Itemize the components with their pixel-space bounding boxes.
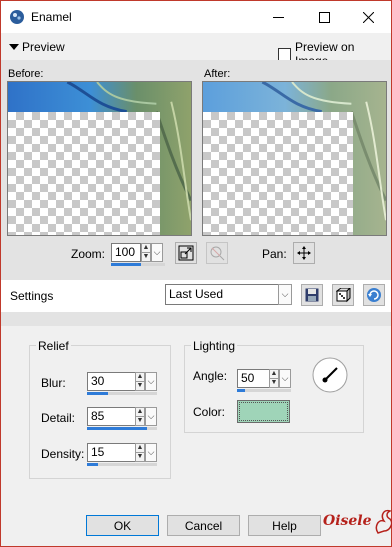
ok-button[interactable]: OK [86, 515, 159, 536]
zoom-input[interactable]: 100 [111, 243, 141, 262]
cancel-button[interactable]: Cancel [167, 515, 240, 536]
randomize-button[interactable] [332, 284, 354, 306]
before-transparent-area [8, 112, 160, 235]
light-color-swatch[interactable] [237, 400, 290, 423]
density-label: Density: [41, 447, 85, 461]
reset-button[interactable] [363, 284, 385, 306]
no-zoom-icon [210, 246, 225, 261]
lighting-group-title: Lighting [191, 339, 238, 353]
save-preset-icon [305, 288, 319, 302]
density-slider[interactable] [87, 463, 157, 466]
close-button[interactable] [345, 1, 391, 33]
detail-dropdown[interactable]: ⌵ [145, 407, 157, 426]
angle-dial-icon [312, 357, 348, 393]
zoom-fit-icon [178, 245, 194, 261]
blur-slider[interactable] [87, 392, 157, 395]
after-preview[interactable] [202, 81, 387, 236]
zoom-label: Zoom: [71, 247, 106, 261]
blur-slider-fill [87, 392, 108, 395]
color-label: Color: [193, 405, 226, 419]
detail-slider[interactable] [87, 427, 157, 430]
randomize-dice-icon [335, 287, 351, 302]
zoom-to-fit-button[interactable] [175, 242, 197, 264]
save-preset-button[interactable] [301, 284, 323, 306]
help-button[interactable]: Help [248, 515, 321, 536]
angle-slider[interactable] [237, 389, 291, 392]
angle-down-arrow[interactable]: ▼ [269, 378, 279, 388]
maximize-button[interactable] [301, 1, 347, 33]
blur-dropdown[interactable]: ⌵ [145, 372, 157, 391]
density-down-arrow[interactable]: ▼ [135, 452, 145, 462]
detail-slider-fill [87, 427, 147, 430]
watermark-logo: Oisele [323, 507, 392, 535]
blur-label: Blur: [41, 376, 66, 390]
blur-input[interactable]: 30 [87, 372, 141, 391]
settings-row: Settings Last Used ⌵ [1, 280, 391, 312]
detail-label: Detail: [41, 411, 76, 425]
zoom-disabled-button[interactable] [206, 242, 228, 264]
preview-on-image-checkbox[interactable] [278, 47, 291, 61]
minimize-icon [272, 16, 284, 18]
dialog-window: Enamel Preview Preview on Image Before: … [0, 0, 392, 547]
angle-dropdown[interactable]: ⌵ [279, 369, 291, 388]
angle-dial[interactable] [311, 356, 349, 394]
zoom-slider-fill [111, 263, 141, 266]
watermark-text: Oisele [323, 513, 372, 529]
settings-label: Settings [10, 289, 54, 303]
zoom-down-arrow[interactable]: ▼ [141, 252, 151, 262]
window-title: Enamel [31, 10, 72, 24]
maximize-icon [318, 11, 330, 23]
detail-down-arrow[interactable]: ▼ [135, 416, 145, 426]
relief-group-title: Relief [36, 339, 71, 353]
density-input[interactable]: 15 [87, 443, 141, 462]
density-dropdown[interactable]: ⌵ [145, 443, 157, 462]
title-bar: Enamel [1, 1, 391, 33]
pan-button[interactable] [293, 242, 315, 264]
before-label: Before: [8, 68, 44, 80]
zoom-dropdown[interactable]: ⌵ [151, 243, 163, 262]
close-icon [362, 11, 374, 23]
after-label: After: [204, 68, 231, 80]
before-preview[interactable] [7, 81, 192, 236]
pan-move-icon [297, 246, 311, 260]
minimize-button[interactable] [255, 1, 301, 33]
preview-toggle[interactable]: Preview [9, 40, 65, 54]
detail-input[interactable]: 85 [87, 407, 141, 426]
preview-label: Preview [22, 40, 65, 54]
angle-input[interactable]: 50 [237, 369, 271, 388]
preset-dropdown-arrow[interactable]: ⌵ [278, 284, 292, 305]
blur-down-arrow[interactable]: ▼ [135, 381, 145, 391]
density-slider-fill [87, 463, 98, 466]
pan-label: Pan: [262, 247, 287, 261]
paint-app-icon [10, 10, 24, 24]
preset-select[interactable]: Last Used [165, 284, 279, 305]
reset-icon [367, 288, 381, 302]
zoom-slider[interactable] [111, 263, 165, 266]
swan-icon [375, 509, 392, 534]
after-transparent-area [203, 112, 353, 235]
collapse-triangle-icon [9, 44, 19, 50]
angle-label: Angle: [193, 369, 228, 383]
angle-slider-fill [237, 389, 245, 392]
